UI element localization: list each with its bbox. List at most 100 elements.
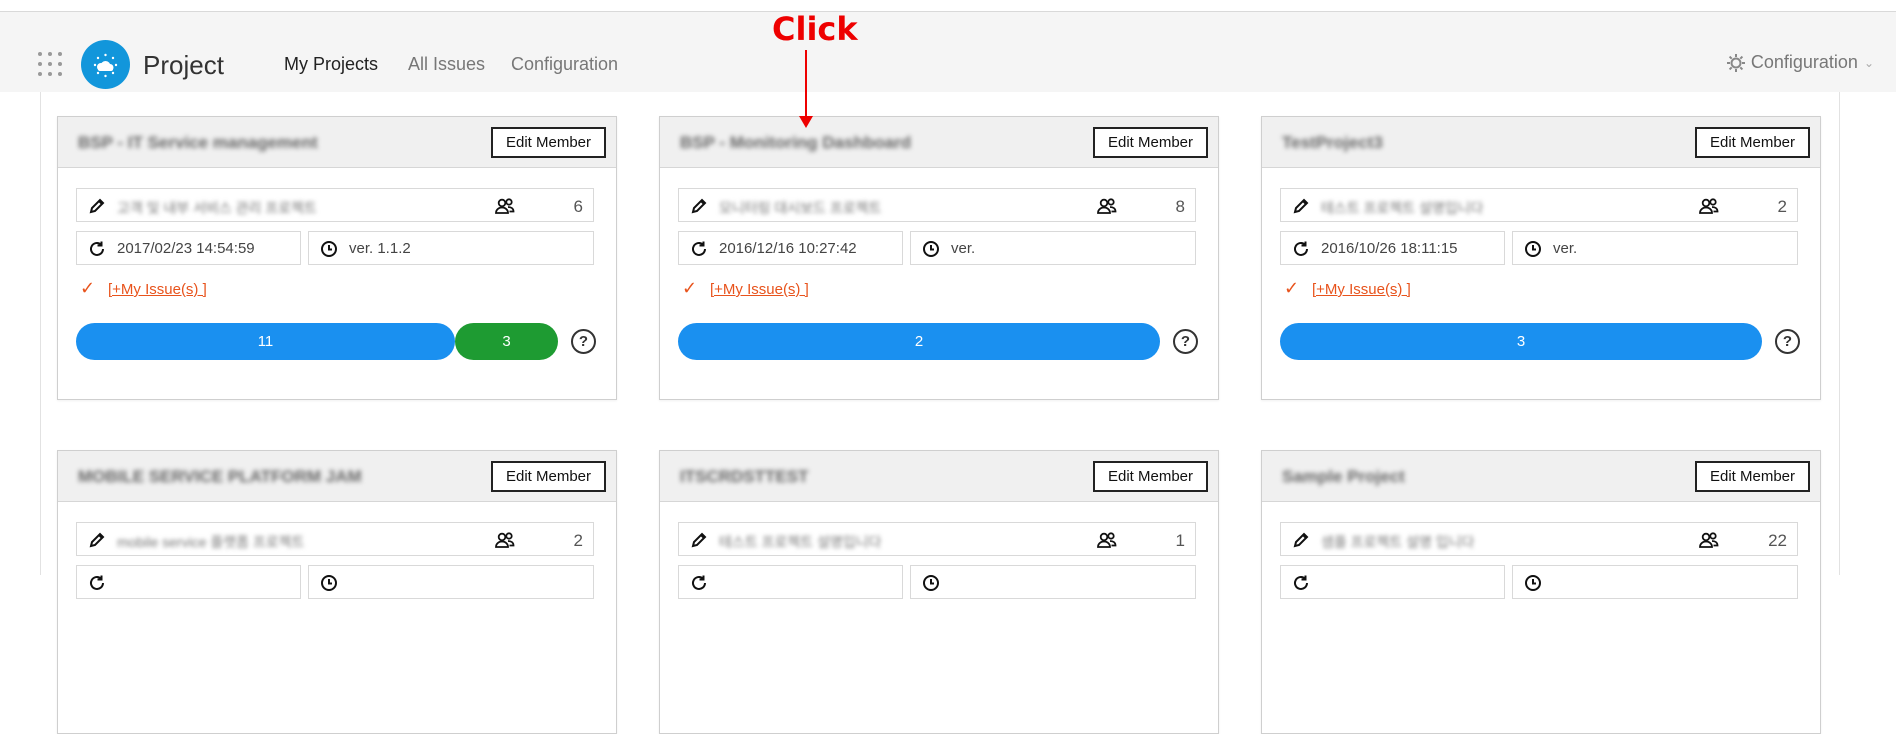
- clock-icon: [319, 573, 339, 593]
- edit-member-button[interactable]: Edit Member: [491, 461, 606, 492]
- checkmark-icon: ✓: [682, 278, 698, 298]
- project-description: 테스트 프로젝트 설명입니다: [1321, 200, 1484, 216]
- project-name[interactable]: ITSCRDSTTEST: [680, 467, 808, 486]
- pencil-icon: [1291, 196, 1311, 216]
- edit-member-button[interactable]: Edit Member: [1093, 127, 1208, 158]
- version-label: ver.: [951, 240, 976, 257]
- project-card: Sample Project Edit Member 샘플 프로젝트 설명 입니…: [1261, 450, 1821, 734]
- card-header: MOBILE SERVICE PLATFORM JAM Edit Member: [58, 451, 616, 502]
- clock-icon: [921, 573, 941, 593]
- project-name[interactable]: MOBILE SERVICE PLATFORM JAM: [78, 467, 362, 486]
- updated-field: 2016/10/26 18:11:15: [1280, 231, 1505, 265]
- member-count: 8: [1175, 197, 1185, 216]
- project-description: 모니터링 대시보드 프로젝트: [719, 200, 882, 216]
- configuration-menu[interactable]: Configuration ⌄: [1726, 52, 1874, 73]
- project-description: 고객 및 내부 서비스 관리 프로젝트: [117, 200, 317, 216]
- project-description: 테스트 프로젝트 설명입니다: [719, 534, 882, 550]
- last-updated: 2016/10/26 18:11:15: [1321, 240, 1458, 257]
- members-icon: [1097, 196, 1117, 216]
- description-field: 테스트 프로젝트 설명입니다 2: [1280, 188, 1798, 222]
- help-icon[interactable]: ?: [571, 329, 596, 354]
- click-annotation-label: Click: [772, 10, 858, 48]
- refresh-icon: [689, 573, 709, 593]
- refresh-icon: [87, 573, 107, 593]
- top-nav-bar: Project My Projects All Issues Configura…: [0, 12, 1896, 92]
- project-card: BSP - Monitoring Dashboard Edit Member 모…: [659, 116, 1219, 400]
- help-icon[interactable]: ?: [1775, 329, 1800, 354]
- refresh-icon: [689, 239, 709, 259]
- last-updated: 2017/02/23 14:54:59: [117, 240, 255, 257]
- member-count: 1: [1175, 531, 1185, 550]
- project-name[interactable]: BSP - IT Service management: [78, 133, 318, 152]
- description-field: 고객 및 내부 서비스 관리 프로젝트 6: [76, 188, 594, 222]
- version-label: ver. 1.1.2: [349, 240, 411, 257]
- updated-field: [1280, 565, 1505, 599]
- issue-bar-blue[interactable]: 3: [1280, 323, 1762, 360]
- project-description: mobile service 플랫폼 프로젝트: [117, 534, 305, 550]
- chevron-down-icon: ⌄: [1863, 55, 1874, 70]
- member-count: 6: [573, 197, 583, 216]
- members-icon: [495, 196, 515, 216]
- version-field: [308, 565, 594, 599]
- issue-bar-blue[interactable]: 2: [678, 323, 1160, 360]
- description-field: 샘플 프로젝트 설명 입니다 22: [1280, 522, 1798, 556]
- click-annotation-arrow-head: [799, 116, 813, 128]
- version-field: [1512, 565, 1798, 599]
- edit-member-button[interactable]: Edit Member: [1093, 461, 1208, 492]
- checkmark-icon: ✓: [80, 278, 96, 298]
- project-name[interactable]: BSP - Monitoring Dashboard: [680, 133, 911, 152]
- members-icon: [1699, 530, 1719, 550]
- edit-member-button[interactable]: Edit Member: [1695, 127, 1810, 158]
- pencil-icon: [689, 530, 709, 550]
- members-icon: [1699, 196, 1719, 216]
- app-title: Project: [143, 50, 224, 80]
- my-issues-link[interactable]: [+My Issue(s) ]: [1312, 281, 1411, 298]
- nav-configuration[interactable]: Configuration: [511, 54, 618, 75]
- refresh-icon: [87, 239, 107, 259]
- clock-icon: [921, 239, 941, 259]
- project-name[interactable]: Sample Project: [1282, 467, 1405, 486]
- version-field: ver. 1.1.2: [308, 231, 594, 265]
- project-card: TestProject3 Edit Member 테스트 프로젝트 설명입니다 …: [1261, 116, 1821, 400]
- gear-icon: [1726, 53, 1745, 72]
- clock-icon: [319, 239, 339, 259]
- refresh-icon: [1291, 239, 1311, 259]
- apps-grid-icon[interactable]: [38, 52, 62, 76]
- edit-member-button[interactable]: Edit Member: [491, 127, 606, 158]
- nav-my-projects[interactable]: My Projects: [284, 54, 378, 75]
- card-header: BSP - Monitoring Dashboard Edit Member: [660, 117, 1218, 168]
- pencil-icon: [87, 530, 107, 550]
- description-field: 모니터링 대시보드 프로젝트 8: [678, 188, 1196, 222]
- pencil-icon: [1291, 530, 1311, 550]
- version-field: [910, 565, 1196, 599]
- project-name[interactable]: TestProject3: [1282, 133, 1383, 152]
- members-icon: [495, 530, 515, 550]
- help-icon[interactable]: ?: [1173, 329, 1198, 354]
- card-header: TestProject3 Edit Member: [1262, 117, 1820, 168]
- project-card: ITSCRDSTTEST Edit Member 테스트 프로젝트 설명입니다 …: [659, 450, 1219, 734]
- click-annotation-arrow-line: [805, 50, 807, 118]
- project-card-grid: BSP - IT Service management Edit Member …: [40, 92, 1840, 734]
- updated-field: [76, 565, 301, 599]
- pencil-icon: [689, 196, 709, 216]
- project-card: BSP - IT Service management Edit Member …: [57, 116, 617, 400]
- pencil-icon: [87, 196, 107, 216]
- version-field: ver.: [1512, 231, 1798, 265]
- edit-member-button[interactable]: Edit Member: [1695, 461, 1810, 492]
- issue-bar-blue[interactable]: 11: [76, 323, 455, 360]
- issue-bar-green[interactable]: 3: [455, 323, 558, 360]
- members-icon: [1097, 530, 1117, 550]
- nav-all-issues[interactable]: All Issues: [408, 54, 485, 75]
- my-issues-link[interactable]: [+My Issue(s) ]: [710, 281, 809, 298]
- member-count: 2: [1777, 197, 1787, 216]
- configuration-menu-label: Configuration: [1750, 52, 1858, 72]
- updated-field: [678, 565, 903, 599]
- my-issues-link[interactable]: [+My Issue(s) ]: [108, 281, 207, 298]
- updated-field: 2016/12/16 10:27:42: [678, 231, 903, 265]
- member-count: 2: [573, 531, 583, 550]
- updated-field: 2017/02/23 14:54:59: [76, 231, 301, 265]
- card-header: ITSCRDSTTEST Edit Member: [660, 451, 1218, 502]
- app-logo[interactable]: [81, 40, 130, 89]
- refresh-icon: [1291, 573, 1311, 593]
- last-updated: 2016/12/16 10:27:42: [719, 240, 857, 257]
